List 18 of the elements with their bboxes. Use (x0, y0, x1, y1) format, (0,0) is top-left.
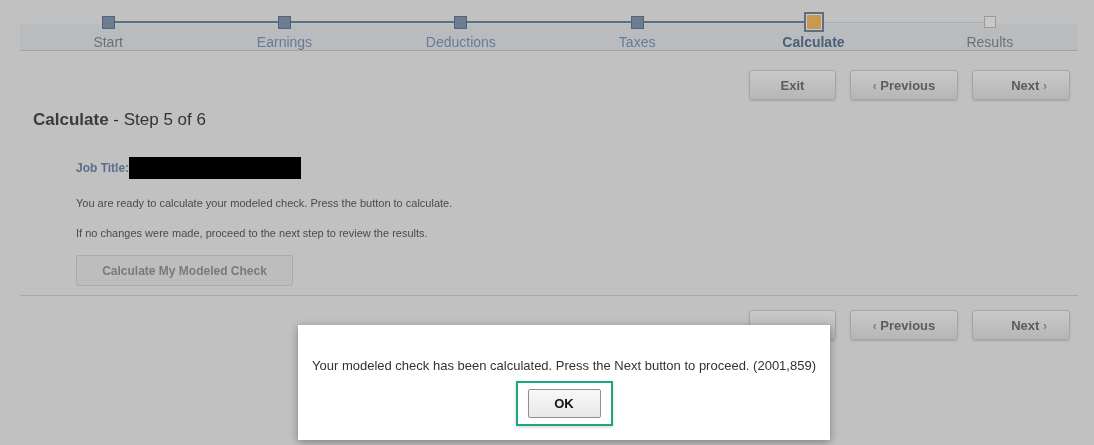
step-label: Start (93, 34, 123, 50)
previous-button[interactable]: ‹ Previous (850, 310, 958, 340)
step-marker-icon (983, 16, 996, 28)
job-title-label: Job Title: (76, 161, 130, 175)
step-link[interactable]: Earnings (256, 34, 313, 50)
ok-button[interactable]: OK (527, 389, 601, 418)
dialog-message: Your modeled check has been calculated. Press the Next button to proceed. (2001,859) (312, 358, 816, 373)
instruction-text: You are ready to calculate your modeled check. Press the button to calculate. (76, 197, 454, 209)
step-link[interactable]: Taxes (618, 34, 656, 50)
step-label: Calculate (782, 34, 845, 50)
step-link[interactable]: Deductions (425, 34, 496, 50)
previous-button[interactable]: ‹ Previous (850, 70, 958, 100)
page-title: Calculate - Step 5 of 6 (33, 110, 207, 130)
step-label: Results (966, 34, 1014, 50)
exit-button[interactable]: Exit (749, 70, 836, 100)
instruction-text: If no changes were made, proceed to the next step to review the results. (76, 227, 429, 239)
next-button[interactable]: Next › (972, 70, 1070, 100)
next-button[interactable]: Next › (972, 310, 1070, 340)
